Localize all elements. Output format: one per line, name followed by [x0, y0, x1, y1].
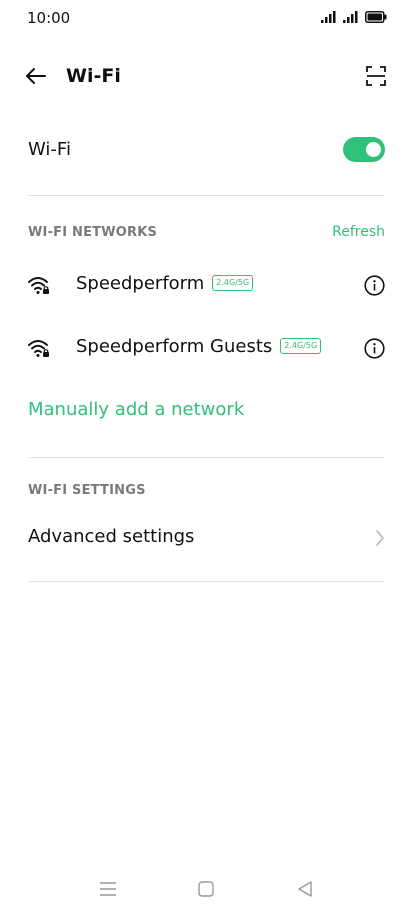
status-time: 10:00: [27, 9, 71, 27]
wifi-toggle-label: Wi-Fi: [28, 139, 71, 160]
band-badge: 2.4G/5G: [212, 274, 254, 291]
home-icon[interactable]: [196, 879, 216, 899]
battery-icon: [365, 11, 387, 23]
settings-section-header: WI-FI SETTINGS: [28, 483, 146, 498]
chevron-right-icon: [376, 530, 384, 546]
network-name: Speedperform Guests 2.4G/5G: [76, 336, 322, 357]
menu-icon[interactable]: [98, 879, 118, 899]
networks-section-header: WI-FI NETWORKS: [28, 225, 158, 240]
status-bar: 10:00: [0, 0, 413, 36]
signal-icon: [343, 11, 358, 23]
wifi-toggle-row[interactable]: Wi-Fi: [28, 128, 385, 172]
network-item-speedperform-guests[interactable]: Speedperform Guests 2.4G/5G: [0, 320, 413, 376]
page-title: Wi-Fi: [66, 65, 121, 87]
divider: [28, 457, 385, 458]
back-triangle-icon[interactable]: [295, 879, 315, 899]
wifi-settings-screen: 10:00 Wi-Fi Wi-Fi WI-FI NETWORKS Refresh…: [0, 0, 413, 919]
qr-scan-icon[interactable]: [366, 66, 386, 86]
wifi-toggle-switch[interactable]: [343, 137, 385, 162]
signal-icon: [321, 11, 336, 23]
info-icon[interactable]: [364, 275, 385, 296]
info-icon[interactable]: [364, 338, 385, 359]
network-item-speedperform[interactable]: Speedperform 2.4G/5G: [0, 257, 413, 313]
wifi-locked-icon: [28, 340, 49, 357]
back-arrow-icon[interactable]: [24, 64, 48, 88]
system-nav-bar: [0, 863, 413, 919]
advanced-settings-row[interactable]: Advanced settings: [0, 516, 413, 560]
wifi-locked-icon: [28, 277, 49, 294]
refresh-button[interactable]: Refresh: [332, 224, 385, 240]
divider: [28, 581, 385, 582]
band-badge: 2.4G/5G: [280, 337, 322, 354]
network-name: Speedperform 2.4G/5G: [76, 273, 254, 294]
app-header: Wi-Fi: [0, 56, 413, 96]
advanced-settings-label: Advanced settings: [28, 526, 195, 547]
manually-add-network-link[interactable]: Manually add a network: [28, 399, 244, 420]
status-icons: [321, 11, 387, 23]
divider: [28, 195, 385, 196]
toggle-knob: [366, 142, 381, 157]
